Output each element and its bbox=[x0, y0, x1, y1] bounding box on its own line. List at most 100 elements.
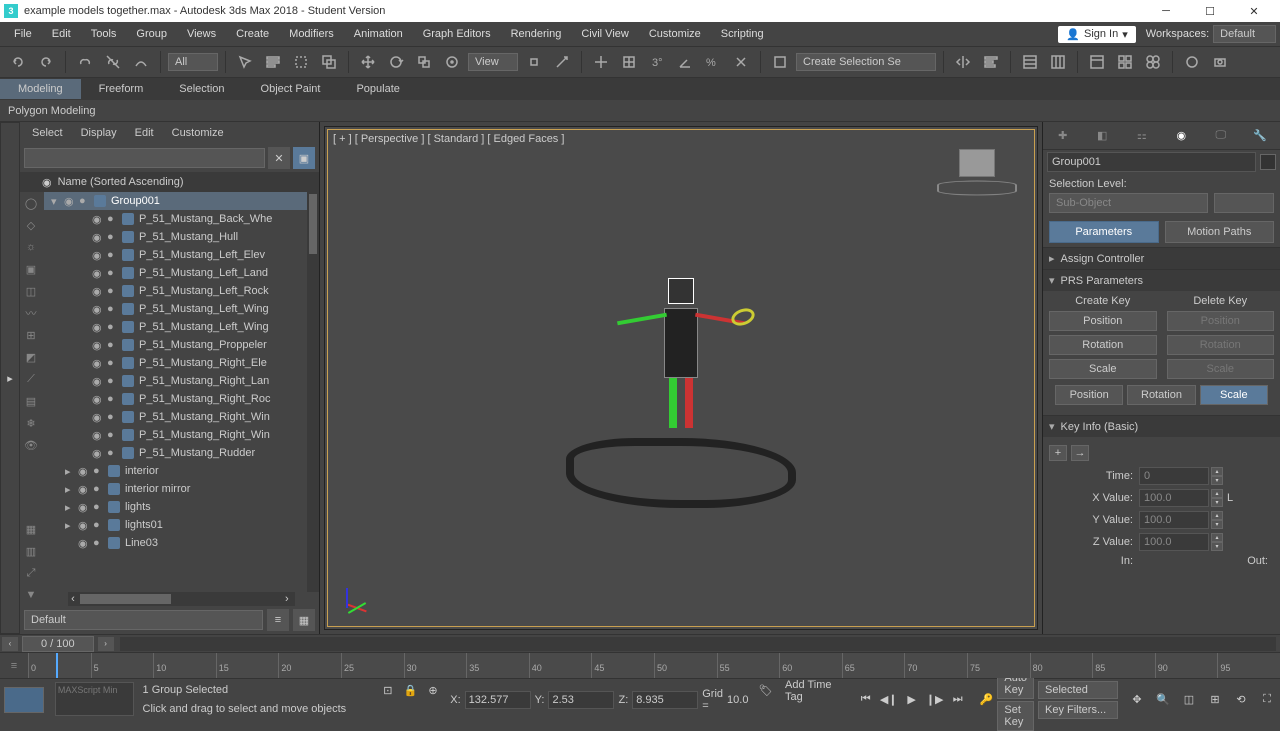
percent-snap-button[interactable]: % bbox=[701, 50, 725, 74]
layer-dropdown[interactable]: Default bbox=[24, 610, 263, 630]
move-button[interactable] bbox=[356, 50, 380, 74]
next-frame-button[interactable]: ❙▶ bbox=[925, 690, 945, 710]
motion-paths-button[interactable]: Motion Paths bbox=[1165, 221, 1275, 243]
menu-edit[interactable]: Edit bbox=[42, 24, 81, 44]
key-prev-button[interactable]: + bbox=[1049, 445, 1067, 461]
placement-button[interactable] bbox=[440, 50, 464, 74]
tree-row[interactable]: ▸◉●lights01 bbox=[44, 516, 307, 534]
cmd-tab-create-icon[interactable]: ✚ bbox=[1051, 124, 1075, 148]
scene-tab-customize[interactable]: Customize bbox=[164, 124, 232, 142]
maximize-button[interactable]: ☐ bbox=[1188, 0, 1232, 22]
scale-button[interactable] bbox=[412, 50, 436, 74]
timeslider-value[interactable]: 0 / 100 bbox=[22, 636, 94, 652]
time-slider[interactable]: ‹ 0 / 100 › bbox=[0, 634, 1280, 652]
angle-button[interactable] bbox=[673, 50, 697, 74]
render-setup-button[interactable] bbox=[1180, 50, 1204, 74]
tree-row[interactable]: ▸◉●interior bbox=[44, 462, 307, 480]
nav-maximize-icon[interactable]: ⛶ bbox=[1256, 689, 1278, 711]
rollout-keyinfo[interactable]: ▾Key Info (Basic) bbox=[1043, 416, 1280, 437]
filter-none-icon[interactable]: ▦ bbox=[20, 518, 42, 540]
menu-grapheditors[interactable]: Graph Editors bbox=[413, 24, 501, 44]
filter-geometry-icon[interactable]: ◯ bbox=[20, 192, 42, 214]
scene-tab-select[interactable]: Select bbox=[24, 124, 71, 142]
keyfilter-selected-dropdown[interactable]: Selected bbox=[1038, 681, 1118, 699]
redo-button[interactable] bbox=[34, 50, 58, 74]
tree-row[interactable]: ▸◉●lights bbox=[44, 498, 307, 516]
maxscript-listener[interactable]: MAXScript Min bbox=[55, 682, 134, 716]
time-spinner[interactable]: ▴▾ bbox=[1211, 467, 1223, 485]
nav-fov-icon[interactable]: ◫ bbox=[1178, 689, 1200, 711]
play-button[interactable]: ▶ bbox=[902, 690, 922, 710]
tree-row[interactable]: ◉●P_51_Mustang_Right_Win bbox=[44, 408, 307, 426]
named-selection-edit-button[interactable] bbox=[768, 50, 792, 74]
tree-row[interactable]: ▾◉●Group001 bbox=[44, 192, 307, 210]
timetag-label[interactable]: Add Time Tag bbox=[777, 679, 850, 720]
prs-position-button[interactable]: Position bbox=[1055, 385, 1123, 405]
filter-all-icon[interactable]: ▥ bbox=[20, 540, 42, 562]
delete-rotation-button[interactable]: Rotation bbox=[1167, 335, 1275, 355]
select-object-button[interactable] bbox=[233, 50, 257, 74]
select-by-name-button[interactable] bbox=[261, 50, 285, 74]
filter-shapes-icon[interactable]: ◇ bbox=[20, 214, 42, 236]
cmd-tab-hierarchy-icon[interactable]: ⚏ bbox=[1130, 124, 1154, 148]
ribbon-tab-modeling[interactable]: Modeling bbox=[0, 79, 81, 99]
ribbon-sublabel[interactable]: Polygon Modeling bbox=[8, 105, 95, 117]
nav-zoom-icon[interactable]: 🔍 bbox=[1152, 689, 1174, 711]
left-expand-handle[interactable]: ▸ bbox=[0, 122, 20, 634]
manipulate-button[interactable] bbox=[550, 50, 574, 74]
zvalue-input[interactable] bbox=[1139, 533, 1209, 551]
scene-column-header[interactable]: ◉ Name (Sorted Ascending) bbox=[20, 172, 319, 192]
filter-xrefs-icon[interactable]: ◩ bbox=[20, 346, 42, 368]
layer-btn2[interactable]: ▦ bbox=[293, 609, 315, 631]
scene-scroll-horizontal[interactable]: ‹› bbox=[68, 592, 295, 606]
tree-row[interactable]: ◉●P_51_Mustang_Right_Lan bbox=[44, 372, 307, 390]
menu-group[interactable]: Group bbox=[126, 24, 177, 44]
pivot-button[interactable] bbox=[522, 50, 546, 74]
select-window-crossing-button[interactable] bbox=[317, 50, 341, 74]
cmd-tab-utilities-icon[interactable]: 🔧 bbox=[1248, 124, 1272, 148]
filter-cameras-icon[interactable]: ▣ bbox=[20, 258, 42, 280]
z-coord-input[interactable] bbox=[632, 691, 698, 709]
menu-tools[interactable]: Tools bbox=[81, 24, 127, 44]
menu-modifiers[interactable]: Modifiers bbox=[279, 24, 344, 44]
tree-row[interactable]: ▸◉●interior mirror bbox=[44, 480, 307, 498]
timetag-icon[interactable]: 🏷 bbox=[756, 679, 775, 701]
create-position-button[interactable]: Position bbox=[1049, 311, 1157, 331]
filter-bone-icon[interactable]: ⟋ bbox=[20, 368, 42, 390]
trackbar-icon[interactable]: ≡ bbox=[0, 653, 28, 678]
scene-search-clear-button[interactable]: ✕ bbox=[268, 147, 290, 169]
snap-toggle-button[interactable] bbox=[589, 50, 613, 74]
sub-object-mode-dropdown[interactable] bbox=[1214, 193, 1274, 213]
snap-box-button[interactable] bbox=[617, 50, 641, 74]
filter-lights-icon[interactable]: ☼ bbox=[20, 236, 42, 258]
prs-scale-button[interactable]: Scale bbox=[1200, 385, 1268, 405]
object-name-input[interactable] bbox=[1047, 152, 1256, 172]
workspaces-dropdown[interactable]: Default bbox=[1213, 25, 1276, 43]
viewport-character[interactable] bbox=[664, 278, 698, 431]
filter-groups-icon[interactable]: ⊞ bbox=[20, 324, 42, 346]
time-input[interactable] bbox=[1139, 467, 1209, 485]
yvalue-input[interactable] bbox=[1139, 511, 1209, 529]
sub-object-dropdown[interactable]: Sub-Object bbox=[1049, 193, 1208, 213]
goto-start-button[interactable]: ⏮ bbox=[856, 690, 876, 710]
layer-explorer-button[interactable] bbox=[1018, 50, 1042, 74]
tree-row[interactable]: ◉●P_51_Mustang_Left_Wing bbox=[44, 318, 307, 336]
setkey-button[interactable]: Set Key bbox=[997, 701, 1034, 731]
scene-tab-display[interactable]: Display bbox=[73, 124, 125, 142]
timeline-cursor[interactable] bbox=[56, 653, 58, 678]
filter-containers-icon[interactable]: ▤ bbox=[20, 390, 42, 412]
angle-snap-button[interactable]: 3° bbox=[645, 50, 669, 74]
tree-row[interactable]: ◉●P_51_Mustang_Right_Win bbox=[44, 426, 307, 444]
x-coord-input[interactable] bbox=[465, 691, 531, 709]
schematic-view-button[interactable] bbox=[1113, 50, 1137, 74]
menu-customize[interactable]: Customize bbox=[639, 24, 711, 44]
ribbon-tab-populate[interactable]: Populate bbox=[338, 79, 417, 99]
rollout-prs-parameters[interactable]: ▾PRS Parameters bbox=[1043, 270, 1280, 291]
scene-search-input[interactable] bbox=[24, 148, 265, 168]
delete-scale-button[interactable]: Scale bbox=[1167, 359, 1275, 379]
menu-create[interactable]: Create bbox=[226, 24, 279, 44]
goto-end-button[interactable]: ⏭ bbox=[948, 690, 968, 710]
timeslider-next[interactable]: › bbox=[98, 637, 114, 651]
nav-pan-icon[interactable]: ✥ bbox=[1126, 689, 1148, 711]
ribbon-tab-freeform[interactable]: Freeform bbox=[81, 79, 162, 99]
